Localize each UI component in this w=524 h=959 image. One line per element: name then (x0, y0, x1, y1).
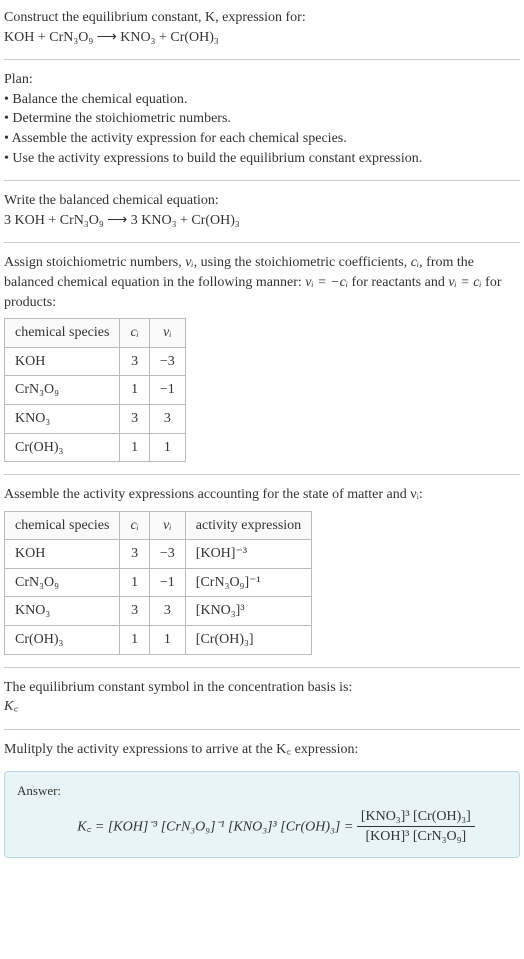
cell-species: CrN₃O₉ (5, 568, 120, 597)
table-row: KNO₃ 3 3 [KNO₃]³ (5, 597, 312, 626)
cell-expr: [CrN₃O₉]⁻¹ (185, 568, 311, 597)
cell-species: CrN₃O₉ (5, 376, 120, 405)
table-header-row: chemical species cᵢ νᵢ (5, 319, 186, 348)
col-ci: cᵢ (120, 319, 149, 348)
multiply-section: Mulitply the activity expressions to arr… (4, 740, 520, 760)
table-row: Cr(OH)₃ 1 1 [Cr(OH)₃] (5, 626, 312, 655)
fraction-denominator: [KOH]³ [CrN₃O₉] (357, 827, 475, 847)
plan-item: Determine the stoichiometric numbers. (4, 109, 520, 129)
rel2: νᵢ = cᵢ (448, 275, 481, 290)
answer-lhs: K꜀ = [KOH]⁻³ [CrN₃O₉]⁻¹ [KNO₃]³ [Cr(OH)₃… (77, 819, 357, 834)
balanced-equation: 3 KOH + CrN₃O₉ ⟶ 3 KNO₃ + Cr(OH)₃ (4, 211, 520, 231)
divider (4, 474, 520, 475)
kc-symbol: K꜀ (4, 697, 520, 717)
kc-symbol-intro: The equilibrium constant symbol in the c… (4, 678, 520, 698)
plan-title: Plan: (4, 70, 520, 90)
cell-species: Cr(OH)₃ (5, 626, 120, 655)
plan-item: Assemble the activity expression for eac… (4, 129, 520, 149)
table-row: CrN₃O₉ 1 −1 [CrN₃O₉]⁻¹ (5, 568, 312, 597)
activity-table: chemical species cᵢ νᵢ activity expressi… (4, 511, 312, 655)
divider (4, 59, 520, 60)
var-ci: cᵢ (411, 255, 419, 270)
plan-item: Use the activity expressions to build th… (4, 149, 520, 169)
cell-ci: 3 (120, 404, 149, 433)
cell-species: KOH (5, 347, 120, 376)
answer-box: Answer: K꜀ = [KOH]⁻³ [CrN₃O₉]⁻¹ [KNO₃]³ … (4, 771, 520, 857)
activity-intro: Assemble the activity expressions accoun… (4, 485, 520, 505)
kc-symbol-section: The equilibrium constant symbol in the c… (4, 678, 520, 717)
cell-vi: −1 (149, 376, 185, 405)
rel1: νᵢ = −cᵢ (305, 275, 348, 290)
cell-species: KNO₃ (5, 597, 120, 626)
col-vi: νᵢ (149, 511, 185, 540)
stoich-section: Assign stoichiometric numbers, νᵢ, using… (4, 253, 520, 462)
table-header-row: chemical species cᵢ νᵢ activity expressi… (5, 511, 312, 540)
cell-ci: 3 (120, 597, 149, 626)
cell-ci: 1 (120, 626, 149, 655)
cell-expr: [KNO₃]³ (185, 597, 311, 626)
answer-expression: K꜀ = [KOH]⁻³ [CrN₃O₉]⁻¹ [KNO₃]³ [Cr(OH)₃… (17, 807, 507, 847)
cell-species: Cr(OH)₃ (5, 433, 120, 462)
prompt-section: Construct the equilibrium constant, K, e… (4, 8, 520, 47)
cell-ci: 1 (120, 433, 149, 462)
fraction-numerator: [KNO₃]³ [Cr(OH)₃] (357, 807, 475, 828)
cell-expr: [KOH]⁻³ (185, 540, 311, 569)
divider (4, 180, 520, 181)
table-row: KOH 3 −3 (5, 347, 186, 376)
multiply-intro: Mulitply the activity expressions to arr… (4, 740, 520, 760)
stoich-intro: Assign stoichiometric numbers, νᵢ, using… (4, 253, 520, 312)
col-species: chemical species (5, 511, 120, 540)
stoich-table: chemical species cᵢ νᵢ KOH 3 −3 CrN₃O₉ 1… (4, 318, 186, 462)
table-row: Cr(OH)₃ 1 1 (5, 433, 186, 462)
col-expr: activity expression (185, 511, 311, 540)
var-vi: νᵢ (185, 255, 193, 270)
table-row: KOH 3 −3 [KOH]⁻³ (5, 540, 312, 569)
cell-vi: −3 (149, 347, 185, 376)
col-species: chemical species (5, 319, 120, 348)
text: , using the stoichiometric coefficients, (194, 255, 411, 270)
divider (4, 667, 520, 668)
cell-vi: 1 (149, 626, 185, 655)
divider (4, 729, 520, 730)
cell-species: KOH (5, 540, 120, 569)
cell-ci: 3 (120, 540, 149, 569)
cell-vi: 3 (149, 404, 185, 433)
cell-ci: 1 (120, 376, 149, 405)
cell-ci: 3 (120, 347, 149, 376)
col-vi: νᵢ (149, 319, 185, 348)
answer-label: Answer: (17, 782, 507, 800)
col-ci: cᵢ (120, 511, 149, 540)
text: for reactants and (348, 275, 448, 290)
balanced-section: Write the balanced chemical equation: 3 … (4, 191, 520, 230)
cell-vi: 1 (149, 433, 185, 462)
answer-fraction: [KNO₃]³ [Cr(OH)₃] [KOH]³ [CrN₃O₉] (357, 807, 475, 847)
plan-item: Balance the chemical equation. (4, 90, 520, 110)
activity-section: Assemble the activity expressions accoun… (4, 485, 520, 655)
cell-vi: −3 (149, 540, 185, 569)
cell-vi: 3 (149, 597, 185, 626)
unbalanced-equation: KOH + CrN₃O₉ ⟶ KNO₃ + Cr(OH)₃ (4, 28, 520, 48)
prompt-line1: Construct the equilibrium constant, K, e… (4, 8, 520, 28)
plan-section: Plan: Balance the chemical equation. Det… (4, 70, 520, 168)
divider (4, 242, 520, 243)
cell-species: KNO₃ (5, 404, 120, 433)
cell-ci: 1 (120, 568, 149, 597)
table-row: CrN₃O₉ 1 −1 (5, 376, 186, 405)
balanced-intro: Write the balanced chemical equation: (4, 191, 520, 211)
cell-expr: [Cr(OH)₃] (185, 626, 311, 655)
plan-list: Balance the chemical equation. Determine… (4, 90, 520, 168)
cell-vi: −1 (149, 568, 185, 597)
table-row: KNO₃ 3 3 (5, 404, 186, 433)
text: Assign stoichiometric numbers, (4, 255, 185, 270)
